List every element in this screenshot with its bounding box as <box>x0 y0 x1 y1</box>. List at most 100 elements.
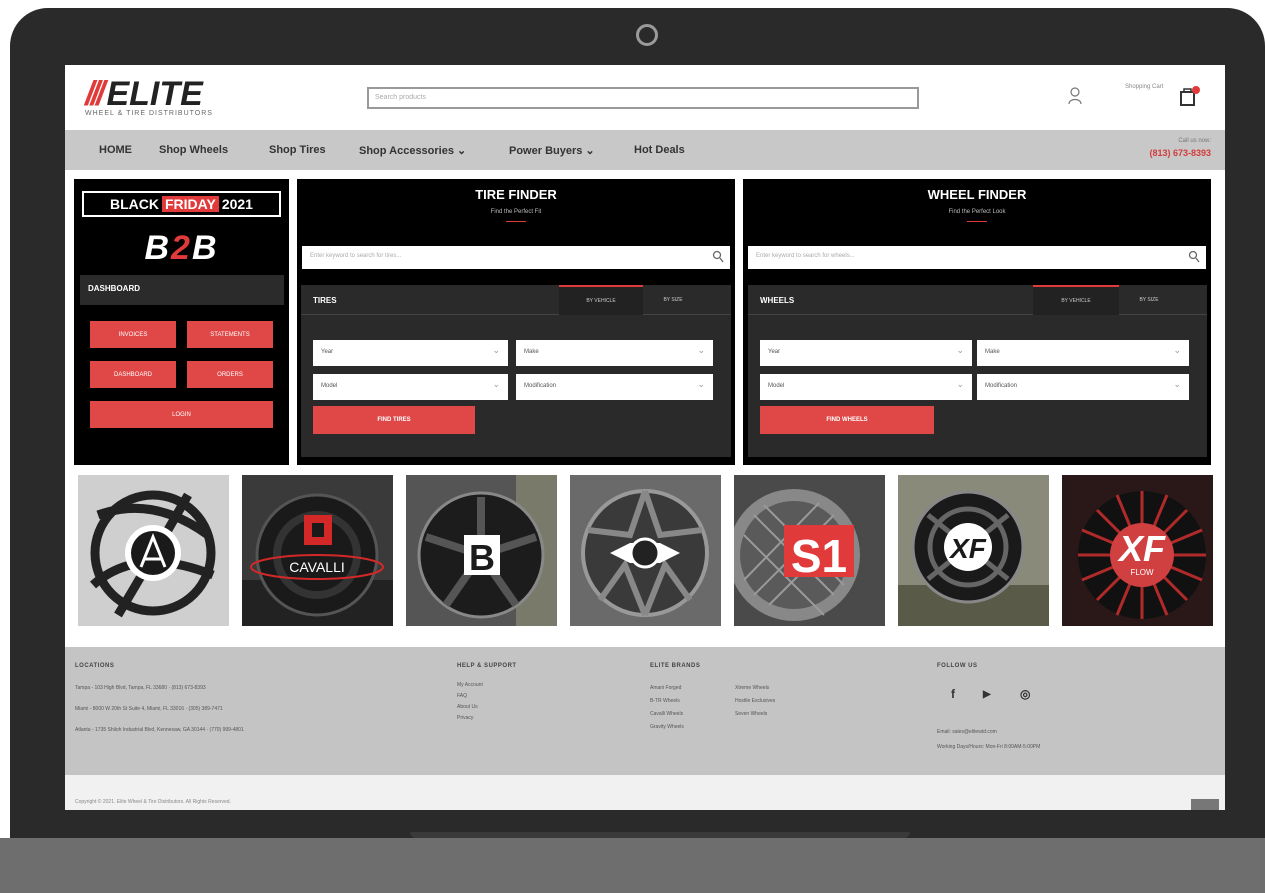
location-atlanta[interactable]: Atlanta - 1735 Shiloh Industrial Blvd, K… <box>75 727 244 733</box>
footer-hours: Working Days/Hours: Mon-Fri 8:00AM-5:00P… <box>937 744 1041 750</box>
cavalli-logo-text: CAVALLI <box>289 559 345 575</box>
help-link-account[interactable]: My Account <box>457 682 483 688</box>
brand-tile-xf-flow[interactable]: XF FLOW <box>1062 475 1213 626</box>
search-icon[interactable] <box>1188 250 1200 264</box>
tab-by-size[interactable]: BY SIZE <box>643 285 703 315</box>
modification-select[interactable]: Modification <box>977 374 1189 400</box>
site-header: /// ELITE WHEEL & TIRE DISTRIBUTORS Sear… <box>65 65 1225 130</box>
main-nav: HOME Shop Wheels Shop Tires Shop Accesso… <box>65 130 1225 170</box>
laptop-base <box>0 838 1265 893</box>
laptop-screen: /// ELITE WHEEL & TIRE DISTRIBUTORS Sear… <box>65 65 1225 810</box>
locations-heading: LOCATIONS <box>75 663 115 669</box>
wheel-search-input[interactable]: Enter keyword to search for wheels... <box>748 246 1206 269</box>
site-footer: LOCATIONS Tampa - 103 High Blvd, Tampa, … <box>65 647 1225 775</box>
wheel-finder-title: WHEEL FINDER <box>927 187 1027 202</box>
help-link-about[interactable]: About Us <box>457 704 478 710</box>
dashboard-heading: DASHBOARD <box>80 275 284 305</box>
brand-link[interactable]: Amani Forged <box>650 685 681 691</box>
brand-link[interactable]: Gravity Wheels <box>650 724 684 730</box>
b2b-left: B <box>144 229 172 267</box>
user-icon[interactable] <box>1068 87 1082 105</box>
nav-item-shop-wheels[interactable]: Shop Wheels <box>159 144 228 156</box>
logo-text: ELITE <box>106 75 203 113</box>
tire-search-input[interactable]: Enter keyword to search for tires... <box>302 246 730 269</box>
help-link-faq[interactable]: FAQ <box>457 693 467 699</box>
site-logo[interactable]: /// ELITE WHEEL & TIRE DISTRIBUTORS <box>85 75 213 117</box>
youtube-icon[interactable]: ▶ <box>983 689 991 700</box>
brand-tile-b[interactable]: B <box>406 475 557 626</box>
tires-box-header: TIRES BY VEHICLE BY SIZE <box>301 285 731 315</box>
bf-word-2: FRIDAY <box>162 196 219 212</box>
model-select[interactable]: Model <box>760 374 972 400</box>
logo-subtitle: WHEEL & TIRE DISTRIBUTORS <box>85 110 213 117</box>
brand-link[interactable]: Cavalli Wheels <box>650 711 683 717</box>
statements-button[interactable]: STATEMENTS <box>187 321 273 348</box>
bf-word-1: BLACK <box>110 196 159 212</box>
black-friday-banner[interactable]: BLACK FRIDAY 2021 <box>82 191 281 217</box>
invoices-button[interactable]: INVOICES <box>90 321 176 348</box>
tab-by-vehicle[interactable]: BY VEHICLE <box>1033 285 1119 315</box>
brand-image-s1: S1 <box>734 475 885 626</box>
instagram-icon[interactable]: ◎ <box>1020 687 1030 701</box>
brands-heading: ELITE BRANDS <box>650 663 701 669</box>
brand-tile-de[interactable] <box>570 475 721 626</box>
brand-tile-cavalli[interactable]: CAVALLI <box>242 475 393 626</box>
wheels-box-title: WHEELS <box>760 296 795 305</box>
b2b-right: B <box>191 229 219 267</box>
cart-label: Shopping Cart <box>1125 84 1164 90</box>
brand-image-a <box>78 475 229 626</box>
follow-heading: FOLLOW US <box>937 663 978 669</box>
orders-button[interactable]: ORDERS <box>187 361 273 388</box>
brand-link[interactable]: B-TR Wheels <box>650 698 680 704</box>
wheel-finder-panel: WHEEL FINDER Find the Perfect Look Enter… <box>743 179 1211 465</box>
year-select[interactable]: Year <box>313 340 508 366</box>
nav-item-shop-accessories[interactable]: Shop Accessories ⌄ <box>359 144 466 157</box>
footer-email[interactable]: Email: sales@elitewtd.com <box>937 729 997 735</box>
b-logo-text: B <box>469 537 495 578</box>
phone-number[interactable]: (813) 673-8393 <box>1149 148 1211 158</box>
find-wheels-button[interactable]: FIND WHEELS <box>760 406 934 434</box>
year-select[interactable]: Year <box>760 340 972 366</box>
help-link-privacy[interactable]: Privacy <box>457 715 473 721</box>
tire-finder-panel: TIRE FINDER Find the Perfect Fit Enter k… <box>297 179 735 465</box>
nav-item-home[interactable]: HOME <box>99 144 132 156</box>
make-select[interactable]: Make <box>977 340 1189 366</box>
wheel-finder-underline <box>967 221 987 222</box>
nav-item-hot-deals[interactable]: Hot Deals <box>634 144 685 156</box>
make-select[interactable]: Make <box>516 340 713 366</box>
brand-image-de <box>570 475 721 626</box>
tires-box-title: TIRES <box>313 296 337 305</box>
tab-by-size[interactable]: BY SIZE <box>1119 285 1179 315</box>
nav-item-power-buyers[interactable]: Power Buyers ⌄ <box>509 144 595 157</box>
wheel-finder-subtitle: Find the Perfect Look <box>948 209 1006 215</box>
scroll-top-button[interactable] <box>1191 799 1219 810</box>
model-select[interactable]: Model <box>313 374 508 400</box>
tab-by-vehicle[interactable]: BY VEHICLE <box>559 285 643 315</box>
wheels-box-header: WHEELS BY VEHICLE BY SIZE <box>748 285 1207 315</box>
dashboard-panel: BLACK FRIDAY 2021 B2B DASHBOARD INVOICES… <box>74 179 289 465</box>
facebook-icon[interactable]: f <box>951 687 955 701</box>
wheels-box: WHEELS BY VEHICLE BY SIZE Year Make Mode… <box>748 285 1207 457</box>
brand-link[interactable]: Xtreme Wheels <box>735 685 769 691</box>
modification-select[interactable]: Modification <box>516 374 713 400</box>
find-tires-button[interactable]: FIND TIRES <box>313 406 475 434</box>
xf-logo-text: XF <box>948 533 987 564</box>
search-input[interactable]: Search products <box>367 87 919 109</box>
location-miami[interactable]: Miami - 8000 W 20th St Suite 4, Miami, F… <box>75 706 223 712</box>
copyright-bar: Copyright © 2021. Elite Wheel & Tire Dis… <box>65 775 1225 810</box>
s1-logo-text: S1 <box>791 530 847 582</box>
cart-icon[interactable] <box>1178 85 1202 107</box>
brand-tile-a[interactable] <box>78 475 229 626</box>
nav-item-shop-tires[interactable]: Shop Tires <box>269 144 326 156</box>
brand-image-xf: XF <box>898 475 1049 626</box>
tire-finder-subtitle: Find the Perfect Fit <box>490 209 542 215</box>
brand-tile-xf[interactable]: XF <box>898 475 1049 626</box>
logo-mark: /// <box>85 75 105 113</box>
login-button[interactable]: LOGIN <box>90 401 273 428</box>
search-icon[interactable] <box>712 250 724 264</box>
location-tampa[interactable]: Tampa - 103 High Blvd, Tampa, FL 33680 ·… <box>75 685 206 691</box>
brand-tile-s1[interactable]: S1 <box>734 475 885 626</box>
brand-link[interactable]: Hostile Exclusives <box>735 698 775 704</box>
brand-link[interactable]: Seven Wheels <box>735 711 767 717</box>
dashboard-button[interactable]: DASHBOARD <box>90 361 176 388</box>
